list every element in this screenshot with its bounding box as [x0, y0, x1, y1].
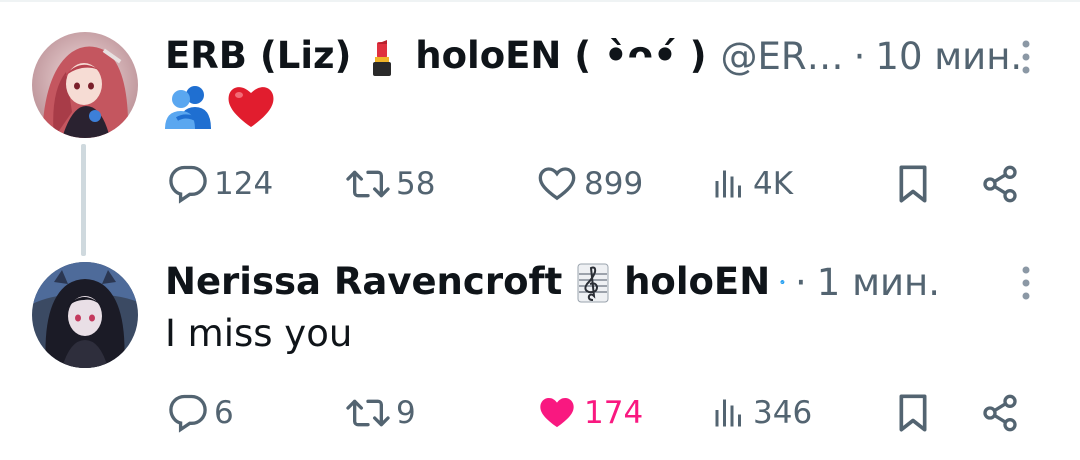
display-name-text: Nerissa Ravencroft	[165, 259, 563, 303]
thread-line	[81, 144, 86, 256]
tweet-header: Nerissa Ravencroft holoEN · 1 мин.	[165, 257, 940, 307]
reply-count: 6	[214, 395, 234, 431]
more-vertical-icon	[1022, 40, 1030, 74]
heart-outline-icon	[538, 167, 576, 201]
views-count: 346	[753, 395, 813, 431]
bar-chart-icon	[715, 399, 741, 427]
separator-dot: ·	[795, 260, 807, 304]
treble-clef-icon	[577, 263, 609, 303]
bookmark-icon	[899, 394, 927, 432]
repost-button[interactable]: 9	[346, 391, 416, 435]
like-count: 899	[584, 166, 644, 202]
people-hugging-icon	[165, 85, 211, 129]
verified-badge-icon[interactable]	[780, 264, 785, 300]
reply-icon	[169, 394, 207, 433]
reply-count: 124	[214, 166, 274, 202]
share-button[interactable]	[980, 391, 1020, 435]
bookmark-icon	[899, 165, 927, 203]
display-name-suffix: holoEN	[624, 259, 771, 303]
handle[interactable]: @ER…	[721, 35, 844, 78]
red-heart-icon	[228, 86, 274, 127]
more-vertical-icon	[1022, 266, 1030, 300]
like-button[interactable]: 174	[536, 391, 643, 435]
timestamp[interactable]: 10 мин.	[875, 35, 1022, 78]
action-bar: 124 58 899 4K	[168, 162, 1038, 206]
tweet-header: ERB (Liz) holoEN ( •̀ᴖ•́ ) @ER… · 10 мин…	[165, 31, 1022, 81]
like-count: 174	[584, 395, 644, 431]
more-options-button[interactable]	[1016, 38, 1036, 78]
avatar-nerissa[interactable]	[32, 262, 138, 368]
tweet-body	[165, 82, 275, 129]
repost-count: 9	[396, 395, 416, 431]
more-options-button[interactable]	[1016, 264, 1036, 304]
action-bar: 6 9 174 346	[168, 391, 1038, 435]
share-icon	[983, 165, 1017, 203]
reply-icon	[169, 165, 207, 204]
bookmark-button[interactable]	[895, 391, 931, 435]
share-button[interactable]	[980, 162, 1020, 206]
display-name-text: ERB (Liz)	[165, 34, 352, 78]
repost-count: 58	[396, 166, 436, 202]
views-count: 4K	[753, 166, 794, 202]
repost-button[interactable]: 58	[346, 162, 435, 206]
tweet-nerissa[interactable]: Nerissa Ravencroft holoEN · 1 мин. I mis…	[0, 250, 1080, 460]
avatar-erb[interactable]	[32, 32, 138, 138]
views-button[interactable]: 346	[711, 391, 812, 435]
reply-button[interactable]: 6	[168, 391, 234, 435]
heart-filled-icon	[540, 398, 574, 428]
views-button[interactable]: 4K	[711, 162, 793, 206]
display-name[interactable]: Nerissa Ravencroft holoEN	[165, 260, 770, 305]
tweet-body: I miss you	[165, 312, 353, 355]
display-name-suffix: holoEN ( •̀ᴖ•́ )	[415, 34, 707, 78]
timestamp[interactable]: 1 мин.	[817, 261, 940, 304]
tweet-erb[interactable]: ERB (Liz) holoEN ( •̀ᴖ•́ ) @ER… · 10 мин…	[0, 0, 1080, 256]
repost-icon	[346, 399, 390, 427]
bar-chart-icon	[715, 170, 741, 198]
reply-button[interactable]: 124	[168, 162, 273, 206]
repost-icon	[346, 170, 390, 198]
bookmark-button[interactable]	[895, 162, 931, 206]
separator-dot: ·	[853, 34, 866, 78]
lipstick-icon	[373, 39, 392, 76]
display-name[interactable]: ERB (Liz) holoEN ( •̀ᴖ•́ )	[165, 34, 707, 78]
like-button[interactable]: 899	[536, 162, 643, 206]
share-icon	[983, 394, 1017, 432]
